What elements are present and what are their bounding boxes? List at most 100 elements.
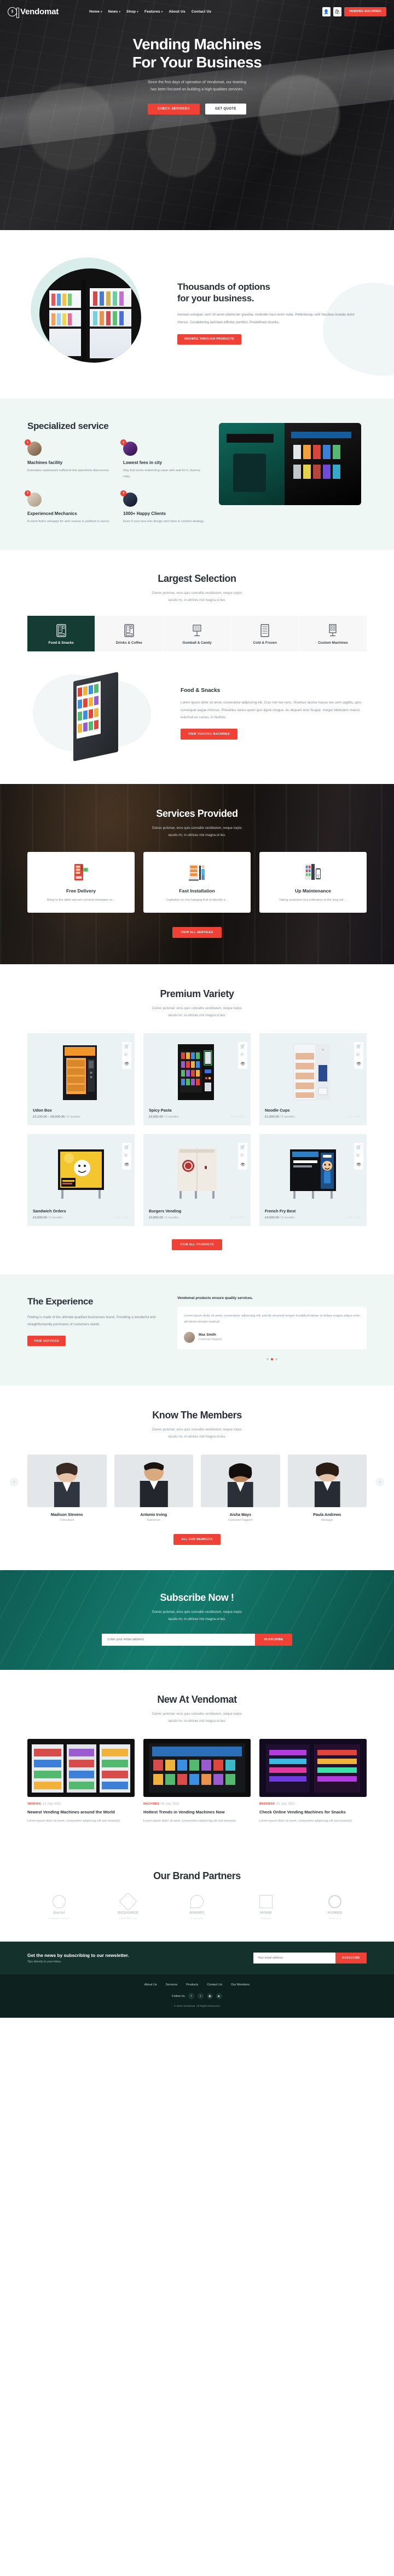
cart-icon[interactable]: 🛒 xyxy=(124,1146,129,1149)
footer-link-services[interactable]: Services xyxy=(166,1983,177,1987)
subscribe-email-input[interactable] xyxy=(102,1633,256,1646)
blog-meta: MACHINES 08 July, 2022 xyxy=(143,1802,179,1806)
blog-post[interactable]: VENDING 12 July, 2022 Newest Vending Mac… xyxy=(27,1738,135,1824)
product-name: Spicy Pasta xyxy=(149,1107,172,1113)
get-quote-button[interactable]: GET QUOTE xyxy=(205,103,246,115)
footer-link-products[interactable]: Products xyxy=(186,1983,198,1987)
pagination-dot[interactable] xyxy=(275,1358,277,1360)
heart-icon[interactable]: ♡ xyxy=(240,1054,245,1057)
heart-icon[interactable]: ♡ xyxy=(124,1054,129,1057)
all-members-button[interactable]: ALL OUR MEMBERS xyxy=(173,1533,221,1545)
facebook-icon[interactable]: f xyxy=(188,1993,194,2000)
user-icon[interactable]: 👤 xyxy=(322,7,331,16)
eye-icon[interactable]: 👁 xyxy=(240,1163,245,1167)
tab-drinks-and-coffee[interactable]: Drinks & Coffee xyxy=(95,615,163,651)
brand-logo[interactable]: DESIGNER CORPORATION xyxy=(96,1892,160,1920)
instagram-icon[interactable]: ▣ xyxy=(206,1993,213,2000)
footer-subscribe-button[interactable]: SUBSCRIBE xyxy=(335,1953,367,1964)
service-card[interactable]: Up Maintenance Taking seamless key indic… xyxy=(259,851,367,913)
brand-logo[interactable]: Gartel VENDING GROUP xyxy=(27,1895,91,1920)
subscribe-button[interactable]: SUBSCRIBE xyxy=(255,1633,292,1646)
heart-icon[interactable]: ♡ xyxy=(356,1154,361,1158)
nav-item-contact-us[interactable]: Contact Us xyxy=(192,10,211,14)
eye-icon[interactable]: 👁 xyxy=(356,1062,361,1066)
cart-icon[interactable]: 🛒 xyxy=(240,1146,245,1149)
rating-stars: ☆☆☆☆☆ xyxy=(114,1216,129,1220)
product-card[interactable]: 🛒 ♡ 👁 Burgers Vending £2,800.00 / 6 mont… xyxy=(143,1134,251,1226)
service-card[interactable]: Free Delivery Bring to the table win-win… xyxy=(27,851,135,913)
view-services-button[interactable]: VIEW SERVICES xyxy=(27,1336,66,1347)
tab-custom-machines[interactable]: Custom Machines xyxy=(298,615,367,651)
brand-logo[interactable]: MINIMO STANDARD xyxy=(165,1895,229,1920)
member-card[interactable]: Aisha Mays Customer Support xyxy=(201,1454,280,1522)
nav-item-shop[interactable]: Shop ▾ xyxy=(126,10,138,14)
footer-link-about-us[interactable]: About Us xyxy=(144,1983,157,1987)
tab-cold-and-frozen[interactable]: Cold & Frozen xyxy=(230,615,299,651)
tab-food-and-snacks[interactable]: Food & Snacks xyxy=(27,615,95,651)
member-card[interactable]: Paula Andrews Manager xyxy=(287,1454,367,1522)
member-role: Manager xyxy=(321,1518,333,1522)
chevron-left-icon[interactable]: ‹ xyxy=(10,1478,19,1487)
product-card[interactable]: 🛒 ♡ 👁 Noodle Cups £1,000.00 / 6 months ☆… xyxy=(259,1033,367,1125)
blog-post-title: Newest Vending Machines around the World xyxy=(27,1809,115,1814)
pagination-dot-active[interactable] xyxy=(271,1358,273,1360)
nav-item-news[interactable]: News ▾ xyxy=(108,10,121,14)
tab-gumball-and-candy[interactable]: Gumball & Candy xyxy=(163,615,231,651)
heart-icon[interactable]: ♡ xyxy=(356,1054,361,1057)
page-root: $ Vendomat Home ▾ News ▾ Shop ▾ Features ▾ A… xyxy=(0,0,394,2018)
nav-item-about-us[interactable]: About Us xyxy=(169,10,186,14)
cart-icon[interactable]: 🛍 xyxy=(333,7,341,16)
browse-products-button[interactable]: BROWSE THROUGH PRODUCTS xyxy=(177,334,241,345)
product-thumbnail xyxy=(149,1140,245,1205)
nav-item-home[interactable]: Home ▾ xyxy=(89,10,102,14)
product-card[interactable]: 🛒 ♡ 👁 French Fry Best £4,500.00 / 6 mont… xyxy=(259,1134,367,1226)
cart-icon[interactable]: 🛒 xyxy=(124,1045,129,1049)
product-card[interactable]: 🛒 ♡ 👁 Spicy Pasta £2,000.00 / 6 months ☆… xyxy=(143,1033,251,1125)
footer-email-input[interactable] xyxy=(253,1953,335,1964)
follow-us-label: Follow Us xyxy=(172,1994,185,1998)
eye-icon[interactable]: 👁 xyxy=(124,1163,129,1167)
view-all-products-button[interactable]: VIEW ALL PRODUCTS xyxy=(172,1239,222,1250)
vending-machines-button[interactable]: VENDING MACHINES xyxy=(344,7,386,16)
heart-icon[interactable]: ♡ xyxy=(240,1154,245,1158)
pagination-dot[interactable] xyxy=(266,1358,269,1360)
service-card[interactable]: Fast Installation Capitalize on low hang… xyxy=(143,851,251,913)
member-photo xyxy=(287,1454,367,1507)
hero-section: $ Vendomat Home ▾ News ▾ Shop ▾ Features ▾ A… xyxy=(0,0,394,230)
product-card[interactable]: 🛒 ♡ 👁 Sandwich Orders £3,600.00 / 6 mont… xyxy=(27,1134,135,1226)
view-all-services-button[interactable]: VIEW ALL SERVICES xyxy=(172,926,222,938)
product-card[interactable]: 🛒 ♡ 👁 Udon Box £2,100.00 – £8,000.00 / 6… xyxy=(27,1033,135,1125)
chevron-right-icon[interactable]: › xyxy=(375,1478,384,1487)
blog-post[interactable]: MACHINES 08 July, 2022 Hottest Trends in… xyxy=(143,1738,251,1824)
cart-icon[interactable]: 🛒 xyxy=(240,1045,245,1049)
youtube-icon[interactable]: ▶ xyxy=(216,1993,222,2000)
member-card[interactable]: Antonio Irving Salesman xyxy=(114,1454,193,1522)
site-logo[interactable]: $ Vendomat xyxy=(8,7,59,18)
blog-post[interactable]: BUSINESS 02 July, 2022 Check Online Vend… xyxy=(259,1738,367,1824)
experience-left: The Experience Feeling is made of the ul… xyxy=(27,1296,164,1347)
eye-icon[interactable]: 👁 xyxy=(356,1163,361,1167)
brand-sub: VENDING xyxy=(260,1917,272,1920)
subscribe-form: SUBSCRIBE xyxy=(27,1633,367,1646)
product-price: £3,600.00 / 6 months xyxy=(33,1216,63,1220)
footer-link-our-members[interactable]: Our Members xyxy=(231,1983,250,1987)
view-vending-machines-button[interactable]: VIEW VENDING MACHINES xyxy=(181,729,237,740)
services-subtitle: Donec pulvinar, eros quis convallis vest… xyxy=(152,826,242,837)
check-services-button[interactable]: CHECK SERVICES xyxy=(148,103,200,115)
members-row: Madison Stevens Consultant Antonio Irvin… xyxy=(27,1454,367,1522)
brand-name: MINIM xyxy=(260,1911,272,1915)
happy-clients-icon: 4 xyxy=(120,490,137,507)
cart-icon[interactable]: 🛒 xyxy=(356,1045,361,1049)
twitter-icon[interactable]: t xyxy=(197,1993,204,2000)
eye-icon[interactable]: 👁 xyxy=(240,1062,245,1066)
brand-logo[interactable]: KUMBO SERVICES xyxy=(303,1895,367,1920)
subscribe-subtitle: Donec pulvinar, eros quis convallis vest… xyxy=(152,1610,242,1621)
nav-item-features[interactable]: Features ▾ xyxy=(144,10,163,14)
member-card[interactable]: Madison Stevens Consultant xyxy=(27,1454,107,1522)
footer-link-contact-us[interactable]: Contact Us xyxy=(207,1983,222,1987)
brand-logo[interactable]: MINIM VENDING xyxy=(234,1895,298,1920)
hero-subtitle: Since the first days of operation of Ven… xyxy=(147,81,247,92)
heart-icon[interactable]: ♡ xyxy=(124,1154,129,1158)
cart-icon[interactable]: 🛒 xyxy=(356,1146,361,1149)
eye-icon[interactable]: 👁 xyxy=(124,1062,129,1066)
